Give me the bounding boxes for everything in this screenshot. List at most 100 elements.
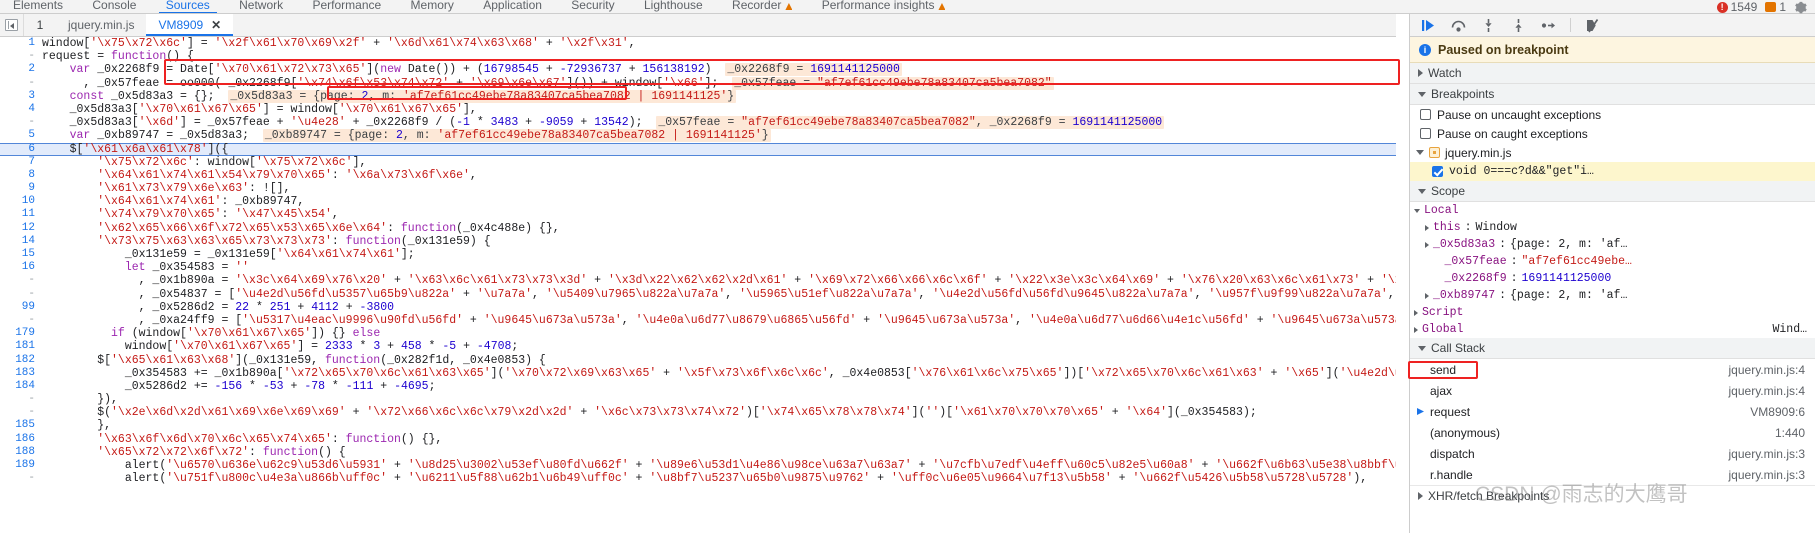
line-number[interactable]: 4 — [0, 103, 42, 116]
code-line[interactable]: 16 let _0x354583 = '' — [0, 261, 1396, 274]
call-stack-frame[interactable]: ajax jquery.min.js:4 — [1410, 380, 1815, 401]
line-number[interactable]: - — [0, 77, 42, 90]
call-stack-section-header[interactable]: Call Stack — [1410, 338, 1815, 359]
code-line[interactable]: 184 _0x5286d2 += -156 * -53 + -78 * -111… — [0, 380, 1396, 393]
code-line[interactable]: 181 window['\x70\x61\x67\x65'] = 2333 * … — [0, 340, 1396, 353]
scope-section-header[interactable]: Scope — [1410, 181, 1815, 202]
code-line[interactable]: - , _0x54837 = ['\u4e2d\u56fd\u5357\u65b… — [0, 288, 1396, 301]
line-number[interactable]: - — [0, 50, 42, 63]
code-line[interactable]: 7 '\x75\x72\x6c': window['\x75\x72\x6c']… — [0, 156, 1396, 169]
line-number[interactable]: 1 — [0, 37, 42, 50]
code-line[interactable]: 188 '\x65\x72\x72\x6f\x72': function() { — [0, 446, 1396, 459]
line-number[interactable]: 12 — [0, 222, 42, 235]
scope-row[interactable]: _0x5d83a3: {page: 2, m: 'af… — [1410, 236, 1815, 253]
code-line[interactable]: 186 '\x63\x6f\x6d\x70\x6c\x65\x74\x65': … — [0, 433, 1396, 446]
chevron-down-icon[interactable] — [1414, 208, 1420, 213]
close-icon[interactable]: ✕ — [211, 18, 221, 32]
code-line[interactable]: 12 '\x62\x65\x66\x6f\x72\x65\x53\x65\x6e… — [0, 222, 1396, 235]
devtools-tab-performance-insights[interactable]: Performance insights — [809, 0, 959, 13]
chevron-right-icon[interactable] — [1425, 224, 1429, 231]
line-number[interactable]: - — [0, 274, 42, 287]
line-number[interactable]: - — [0, 472, 42, 485]
line-number[interactable]: 186 — [0, 433, 42, 446]
line-number[interactable]: - — [0, 314, 42, 327]
line-number[interactable]: 182 — [0, 354, 42, 367]
watch-section-header[interactable]: Watch — [1410, 63, 1815, 84]
call-stack-frame[interactable]: r.handle jquery.min.js:3 — [1410, 464, 1815, 485]
source-tab-vm8909[interactable]: VM8909 ✕ — [146, 14, 234, 36]
chevron-right-icon[interactable] — [1414, 309, 1418, 316]
code-line[interactable]: 1 window['\x75\x72\x6c'] = '\x2f\x61\x70\… — [0, 37, 1396, 50]
devtools-tab-network[interactable]: Network — [226, 0, 296, 13]
chevron-right-icon[interactable] — [1425, 241, 1429, 248]
pause-on-uncaught-exceptions-row[interactable]: Pause on uncaught exceptions — [1410, 105, 1815, 124]
devtools-tab-console[interactable]: Console — [79, 0, 149, 13]
scope-row[interactable]: _0x57feae: "af7ef61cc49ebe… — [1410, 253, 1815, 270]
xhr-fetch-breakpoints-header[interactable]: XHR/fetch Breakpoints — [1410, 485, 1815, 506]
line-number[interactable]: 9 — [0, 182, 42, 195]
code-line[interactable]: 99 , _0x5286d2 = 22 * 251 + 4112 + -3800 — [0, 301, 1396, 314]
line-number[interactable]: 189 — [0, 459, 42, 472]
code-line[interactable]: - , _0x1b890a = '\x3c\x64\x69\x76\x20' +… — [0, 274, 1396, 287]
source-tab-jquery[interactable]: jquery.min.js — [56, 14, 146, 36]
code-line[interactable]: 9 '\x61\x73\x79\x6e\x63': ![], — [0, 182, 1396, 195]
line-number[interactable]: 99 — [0, 301, 42, 314]
line-number[interactable]: - — [0, 116, 42, 129]
line-number[interactable]: 8 — [0, 169, 42, 182]
line-number[interactable]: 183 — [0, 367, 42, 380]
code-line[interactable]: 3 const _0x5d83a3 = {}; _0x5d83a3 = {pag… — [0, 89, 1396, 103]
scope-row[interactable]: this: Window — [1410, 219, 1815, 236]
line-number[interactable]: 10 — [0, 195, 42, 208]
devtools-tab-recorder[interactable]: Recorder — [719, 0, 805, 13]
line-number[interactable]: - — [0, 288, 42, 301]
pause-on-caught-exceptions-row[interactable]: Pause on caught exceptions — [1410, 124, 1815, 143]
breakpoints-section-header[interactable]: Breakpoints — [1410, 84, 1815, 105]
line-number[interactable]: - — [0, 393, 42, 406]
show-navigator-icon[interactable] — [0, 14, 24, 36]
warning-counter[interactable]: 1 — [1765, 0, 1786, 14]
step-into-next-function-call-icon[interactable] — [1480, 18, 1497, 33]
code-line[interactable]: - request = function() { — [0, 50, 1396, 63]
scope-row[interactable]: Global Wind… — [1410, 321, 1815, 338]
code-line[interactable]: 185 }, — [0, 419, 1396, 432]
step-out-of-current-function-icon[interactable] — [1510, 18, 1527, 33]
breakpoint-entry-checkbox[interactable] — [1432, 166, 1443, 177]
devtools-tab-application[interactable]: Application — [470, 0, 555, 13]
code-line[interactable]: 10 '\x64\x61\x74\x61': _0xb89747, — [0, 195, 1396, 208]
line-number[interactable]: 16 — [0, 261, 42, 274]
line-number[interactable]: 6 — [0, 143, 42, 156]
pause-uncaught-checkbox[interactable] — [1420, 109, 1431, 120]
line-number[interactable]: 3 — [0, 90, 42, 103]
gear-icon[interactable] — [1794, 1, 1807, 14]
breakpoint-file-row[interactable]: jquery.min.js — [1410, 143, 1815, 162]
code-line[interactable]: 189 alert('\u6570\u636e\u62c9\u53d6\u593… — [0, 459, 1396, 472]
error-counter[interactable]: ! 1549 — [1716, 0, 1757, 14]
devtools-tab-elements[interactable]: Elements — [0, 0, 76, 13]
code-line[interactable]: - _0x5d83a3['\x6d'] = _0x57feae + '\u4e2… — [0, 116, 1396, 130]
breakpoint-entry-row[interactable]: void 0===c?d&&"get"i… — [1410, 162, 1815, 181]
step-icon[interactable] — [1540, 18, 1557, 33]
devtools-main-tabstrip[interactable]: Elements Console Sources Network Perform… — [0, 0, 1815, 14]
code-line[interactable]: 11 '\x74\x79\x70\x65': '\x47\x45\x54', — [0, 208, 1396, 221]
code-line[interactable]: - , _0x57feae = oo000( _0x2268f9['\x74\x… — [0, 76, 1396, 90]
step-over-next-function-call-icon[interactable] — [1450, 18, 1467, 33]
line-number[interactable]: 14 — [0, 235, 42, 248]
code-line[interactable]: 8 '\x64\x61\x74\x61\x54\x79\x70\x65': '\… — [0, 169, 1396, 182]
code-line[interactable]: 5 var _0xb89747 = _0x5d83a3; _0xb89747 =… — [0, 129, 1396, 143]
line-number[interactable]: 11 — [0, 208, 42, 221]
code-line[interactable]: 6 $['\x61\x6a\x61\x78']({ — [0, 142, 1396, 156]
call-stack-frame[interactable]: request VM8909:6 — [1410, 401, 1815, 422]
chevron-right-icon[interactable] — [1414, 326, 1418, 333]
code-line[interactable]: 182 $['\x65\x61\x63\x68'](_0x131e59, fun… — [0, 354, 1396, 367]
deactivate-breakpoints-icon[interactable] — [1584, 18, 1601, 33]
code-line[interactable]: 179 if (window['\x70\x61\x67\x65']) {} e… — [0, 327, 1396, 340]
call-stack-frame[interactable]: send jquery.min.js:4 — [1410, 359, 1815, 380]
devtools-tab-lighthouse[interactable]: Lighthouse — [631, 0, 716, 13]
devtools-tab-memory[interactable]: Memory — [398, 0, 467, 13]
scope-row[interactable]: Script — [1410, 304, 1815, 321]
scope-row[interactable]: Local — [1410, 202, 1815, 219]
line-number[interactable]: 7 — [0, 156, 42, 169]
scope-row[interactable]: _0xb89747: {page: 2, m: 'af… — [1410, 287, 1815, 304]
code-line[interactable]: 4 _0x5d83a3['\x70\x61\x67\x65'] = window… — [0, 103, 1396, 116]
code-line[interactable]: - alert('\u751f\u800c\u4e3a\u866b\uff0c'… — [0, 472, 1396, 485]
